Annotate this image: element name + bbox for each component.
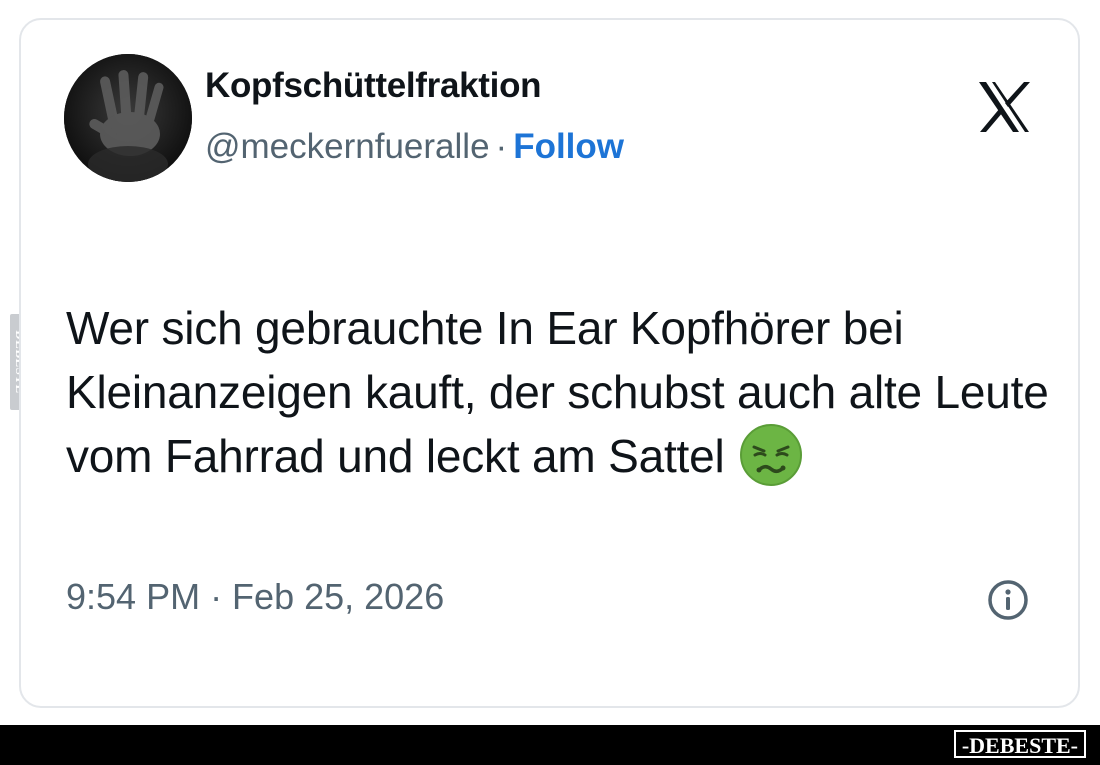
hand-avatar-icon <box>64 54 192 182</box>
author-avatar[interactable] <box>64 54 192 182</box>
tweet-text: Wer sich gebrauchte In Ear Kopfhörer bei… <box>66 296 1056 488</box>
footer-bar: -DEBESTE- <box>0 725 1100 765</box>
tweet-body: Wer sich gebrauchte In Ear Kopfhörer bei… <box>66 302 1049 482</box>
follow-button[interactable]: Follow <box>513 127 624 166</box>
nauseated-face-emoji-icon <box>739 423 802 486</box>
tweet-card: Kopfschüttelfraktion @meckernfueralle · Fo… <box>19 18 1080 708</box>
info-icon[interactable] <box>986 578 1030 622</box>
author-handle[interactable]: @meckernfueralle <box>205 127 490 166</box>
tweet-timestamp[interactable]: 9:54 PM · Feb 25, 2026 <box>66 576 444 618</box>
page: DEBESTE <box>0 0 1100 765</box>
author-display-name[interactable]: Kopfschüttelfraktion <box>205 66 542 106</box>
debeste-watermark: -DEBESTE- <box>953 730 1086 758</box>
x-logo-icon[interactable] <box>976 80 1032 134</box>
author-handle-row: @meckernfueralle · Follow <box>205 127 624 167</box>
handle-separator: · <box>495 127 508 166</box>
